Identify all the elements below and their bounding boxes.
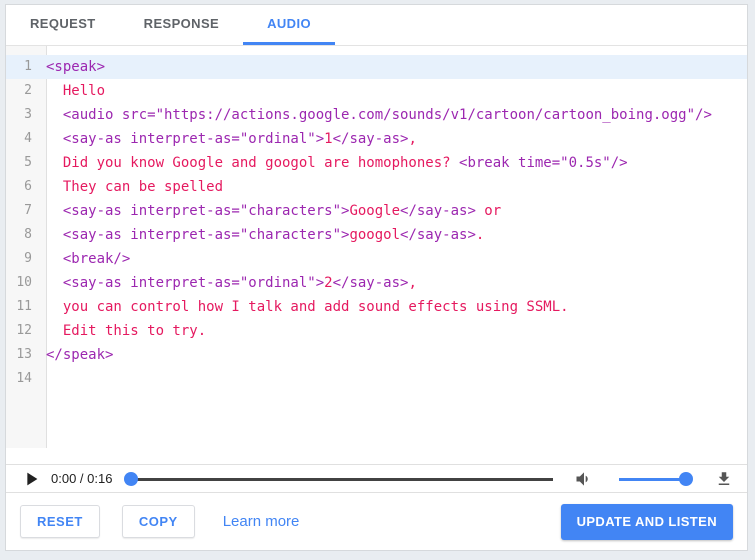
tab-audio[interactable]: AUDIO [243,5,335,45]
play-button[interactable] [20,468,42,490]
code-text: Hello [46,83,106,99]
code-text: <audio src="https://actions.google.com/s… [62,107,712,123]
line-number: 10 [16,275,32,290]
code-line-4[interactable]: 4 <say-as interpret-as="ordinal">1</say-… [6,127,747,151]
audio-player: 0:00 / 0:16 [6,464,747,493]
code-text: </speak> [46,347,114,363]
line-number: 2 [24,83,32,98]
code-line-2[interactable]: 2 Hello [6,79,747,103]
code-text: you can control how I talk and add sound… [46,299,569,315]
code-text: They can be spelled [46,179,224,195]
line-number: 3 [24,107,32,122]
playback-time: 0:00 / 0:16 [51,471,113,486]
download-button[interactable] [715,470,733,488]
code-line-8[interactable]: 8 <say-as interpret-as="characters">goog… [6,223,747,247]
code-line-1[interactable]: 1 <speak> [6,55,747,79]
code-text: <say-as interpret-as="ordinal">1</say-as… [62,131,417,147]
line-number: 12 [16,323,32,338]
seek-bar[interactable] [124,471,553,486]
line-number: 6 [24,179,32,194]
tab-bar: REQUEST RESPONSE AUDIO [6,5,747,46]
line-number: 5 [24,155,32,170]
line-number: 11 [16,299,32,314]
code-line-9[interactable]: 9 <break/> [6,247,747,271]
download-icon [715,470,733,488]
seek-track [131,477,553,481]
code-line-3[interactable]: 3 <audio src="https://actions.google.com… [6,103,747,127]
volume-thumb[interactable] [679,471,693,486]
tab-request[interactable]: REQUEST [6,5,120,45]
code-text: <speak> [46,59,106,75]
reset-button[interactable]: RESET [20,505,100,538]
volume-up-icon[interactable] [574,469,594,489]
code-line-13[interactable]: 13 </speak> [6,343,747,367]
code-line-14[interactable]: 14 [6,367,747,391]
code-text: <say-as interpret-as="ordinal">2</say-as… [62,275,417,291]
line-number: 1 [24,59,32,74]
code-line-6[interactable]: 6 They can be spelled [6,175,747,199]
code-lines: 1 <speak> 2 Hello 3 <audio src="https://act… [6,55,747,391]
play-icon [20,468,42,490]
ssml-audio-panel: REQUEST RESPONSE AUDIO 1 <speak> 2 Hello 3 … [5,4,748,551]
update-and-listen-button[interactable]: UPDATE AND LISTEN [560,503,733,540]
code-line-5[interactable]: 5 Did you know Google and googol are hom… [6,151,747,175]
line-number: 9 [24,251,32,266]
ssml-code-editor[interactable]: 1 <speak> 2 Hello 3 <audio src="https://act… [6,46,747,464]
copy-button[interactable]: COPY [121,505,195,538]
learn-more-link[interactable]: Learn more [223,513,300,530]
code-text: <say-as interpret-as="characters">googol… [62,227,485,243]
code-text: Did you know Google and googol are homop… [46,155,628,171]
volume-slider[interactable] [619,471,693,486]
line-number: 14 [16,371,32,386]
tab-response[interactable]: RESPONSE [120,5,243,45]
code-text: <break/> [62,251,131,267]
seek-thumb[interactable] [124,471,139,486]
code-line-7[interactable]: 7 <say-as interpret-as="characters">Goog… [6,199,747,223]
line-number: 13 [16,347,32,362]
code-text: Edit this to try. [46,323,207,339]
line-number: 8 [24,227,32,242]
code-text: <say-as interpret-as="characters">Google… [62,203,502,219]
code-line-10[interactable]: 10 <say-as interpret-as="ordinal">2</say… [6,271,747,295]
footer-toolbar: RESET COPY Learn more UPDATE AND LISTEN [6,493,747,550]
code-line-11[interactable]: 11 you can control how I talk and add so… [6,295,747,319]
line-number: 7 [24,203,32,218]
line-number: 4 [24,131,32,146]
code-line-12[interactable]: 12 Edit this to try. [6,319,747,343]
